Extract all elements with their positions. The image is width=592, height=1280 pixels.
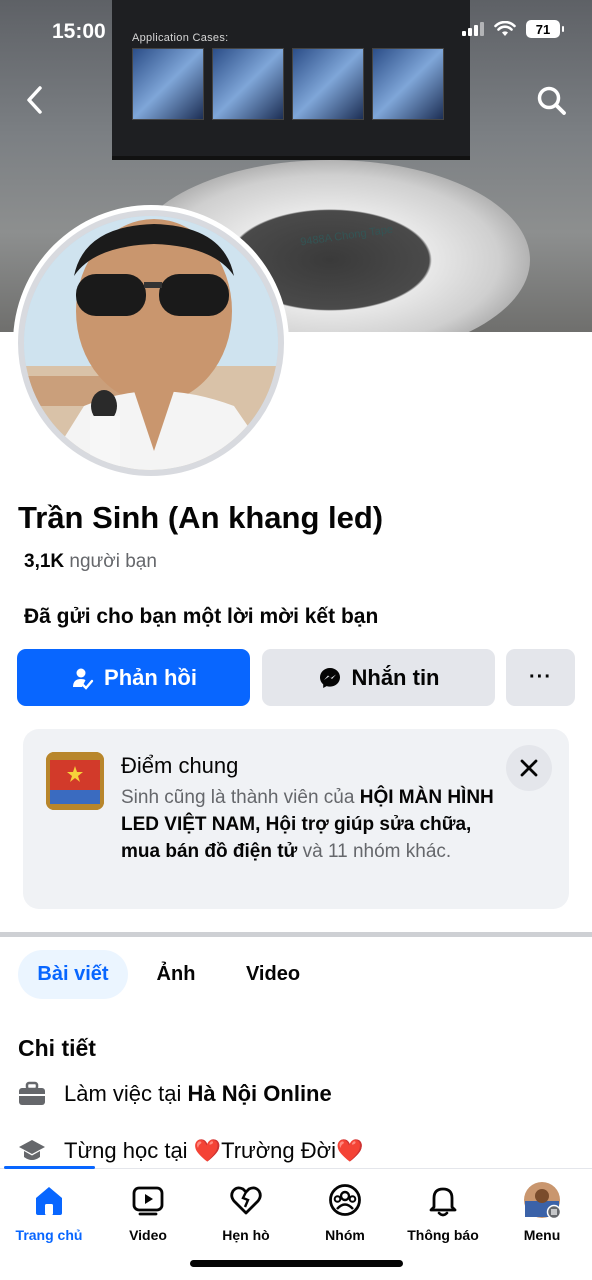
friends-count: 3,1K (24, 551, 65, 572)
briefcase-icon (18, 1080, 46, 1108)
video-icon (129, 1181, 167, 1219)
work-detail[interactable]: Làm việc tại Hà Nội Online (18, 1080, 332, 1108)
status-icons: 71 (462, 20, 564, 38)
mutual-description: Sinh cũng là thành viên của HỘI MÀN HÌNH… (121, 784, 501, 865)
cover-tile (372, 48, 444, 120)
work-text: Làm việc tại Hà Nội Online (64, 1081, 332, 1107)
dating-icon (227, 1181, 265, 1219)
chevron-left-icon (27, 86, 42, 114)
friends-count-line[interactable]: 3,1K người bạn (24, 551, 157, 573)
nav-label: Video (129, 1227, 167, 1243)
mutual-suffix: và 11 nhóm khác. (297, 841, 452, 862)
mutual-prefix: Sinh cũng là thành viên của (121, 787, 360, 808)
friends-label: người bạn (69, 551, 157, 572)
back-button[interactable] (20, 82, 52, 118)
battery-icon: 71 (526, 20, 564, 38)
home-indicator[interactable] (190, 1260, 403, 1267)
wifi-icon (494, 21, 516, 36)
avatar-photo (24, 216, 278, 470)
more-icon: ··· (529, 666, 552, 688)
nav-label: Menu (523, 1227, 561, 1243)
section-divider (0, 932, 592, 937)
cover-tile (212, 48, 284, 120)
nav-dating[interactable]: Hẹn hò (198, 1181, 294, 1243)
respond-button[interactable]: Phản hồi (17, 649, 250, 706)
search-icon (537, 86, 566, 115)
graduation-cap-icon (18, 1137, 46, 1165)
nav-menu[interactable]: Menu (494, 1181, 590, 1243)
work-place[interactable]: Hà Nội Online (188, 1081, 332, 1106)
study-place[interactable]: ❤️Trường Đời❤️ (194, 1138, 364, 1163)
search-button[interactable] (535, 84, 569, 118)
nav-groups[interactable]: Nhóm (297, 1181, 393, 1243)
nav-notifications[interactable]: Thông báo (395, 1181, 491, 1243)
cover-box-label: Application Cases: (132, 32, 229, 44)
education-detail[interactable]: Từng học tại ❤️Trường Đời❤️ (18, 1137, 363, 1165)
close-button[interactable] (506, 745, 552, 791)
tab-video[interactable]: Video (226, 950, 320, 999)
close-icon (520, 759, 538, 777)
active-tab-indicator (4, 1166, 95, 1169)
status-time: 15:00 (52, 20, 106, 43)
cover-tile (292, 48, 364, 120)
respond-label: Phản hồi (104, 664, 197, 690)
friend-request-text: Đã gửi cho bạn một lời mời kết bạn (24, 605, 379, 628)
messenger-icon (319, 667, 340, 688)
nav-label: Trang chủ (15, 1227, 83, 1243)
home-icon (30, 1181, 68, 1219)
message-button[interactable]: Nhắn tin (262, 649, 495, 706)
signal-icon (462, 22, 484, 36)
mutual-groups-card[interactable]: Điểm chung Sinh cũng là thành viên của H… (23, 729, 569, 909)
nav-label: Nhóm (325, 1227, 365, 1243)
work-prefix: Làm việc tại (64, 1081, 188, 1106)
message-label: Nhắn tin (351, 664, 440, 690)
study-prefix: Từng học tại (64, 1138, 194, 1163)
more-button[interactable]: ··· (506, 649, 575, 706)
user-respond-icon (73, 668, 94, 690)
details-title: Chi tiết (18, 1035, 96, 1061)
mutual-title: Điểm chung (121, 753, 239, 778)
profile-avatar[interactable] (18, 210, 284, 476)
cover-tile (132, 48, 204, 120)
nav-video[interactable]: Video (100, 1181, 196, 1243)
nav-label: Thông báo (407, 1227, 479, 1243)
groups-icon (326, 1181, 364, 1219)
tab-photos[interactable]: Ảnh (140, 950, 212, 999)
group-separator: , (255, 814, 266, 835)
profile-name: Trần Sinh (An khang led) (18, 500, 384, 535)
bell-icon (424, 1181, 462, 1219)
nav-home[interactable]: Trang chủ (1, 1181, 97, 1243)
nav-label: Hẹn hò (222, 1227, 270, 1243)
tab-posts[interactable]: Bài viết (18, 950, 128, 999)
menu-avatar (523, 1181, 561, 1219)
education-text: Từng học tại ❤️Trường Đời❤️ (64, 1138, 363, 1164)
group-thumbnail (46, 752, 104, 810)
